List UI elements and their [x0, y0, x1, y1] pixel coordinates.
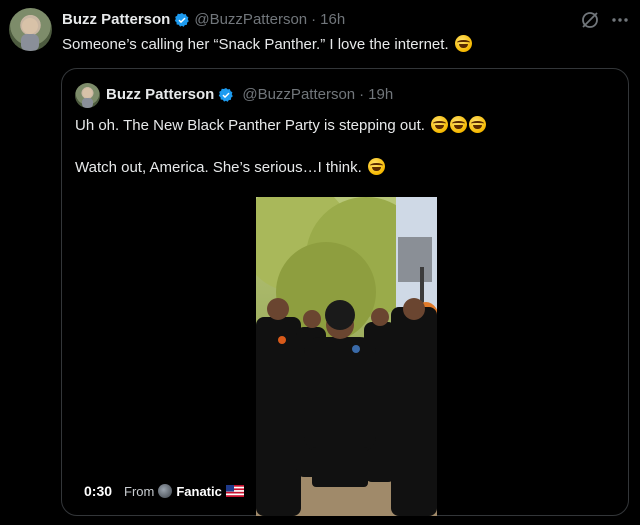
quoted-tweet-time[interactable]: 19h — [368, 86, 393, 103]
quoted-text-line1: Uh oh. The New Black Panther Party is st… — [75, 116, 487, 136]
tweet-text-body: Someone’s calling her “Snack Panther.” I… — [62, 36, 449, 53]
video-player[interactable] — [256, 197, 437, 516]
author-handle[interactable]: @BuzzPatterson — [194, 11, 307, 28]
separator-dot: · — [359, 86, 365, 103]
from-label: From — [124, 483, 155, 499]
verified-badge-icon — [219, 87, 234, 102]
rolling-laughing-emoji-icon — [367, 158, 385, 175]
video-thumbnail — [256, 197, 437, 516]
video-source-name[interactable]: Fanatic — [176, 484, 222, 499]
video-duration-badge: 0:30 — [78, 480, 119, 502]
quoted-author-handle[interactable]: @BuzzPatterson — [242, 86, 355, 103]
video-duration: 0:30 — [84, 483, 113, 499]
tweet-time[interactable]: 16h — [320, 11, 345, 28]
video-source-badge[interactable]: From Fanatic — [118, 480, 250, 502]
quoted-line1-body: Uh oh. The New Black Panther Party is st… — [75, 117, 425, 134]
source-avatar-icon — [158, 484, 173, 498]
verified-badge-icon — [175, 12, 190, 27]
rolling-laughing-emoji-icon — [431, 116, 449, 133]
avatar-photo-icon — [82, 88, 93, 108]
tweet-header: Buzz Patterson @BuzzPatterson · 16h — [62, 11, 345, 28]
quoted-text-line2: Watch out, America. She’s serious…I thin… — [75, 158, 385, 178]
quoted-author-avatar[interactable] — [75, 83, 100, 108]
more-options-icon[interactable] — [610, 10, 630, 30]
grok-icon[interactable] — [580, 10, 600, 30]
rolling-laughing-emoji-icon — [450, 116, 468, 133]
avatar-photo-icon — [21, 18, 39, 51]
rolling-laughing-emoji-icon — [454, 35, 472, 52]
quoted-header: Buzz Patterson @BuzzPatterson · 19h — [106, 86, 393, 103]
tweet-text: Someone’s calling her “Snack Panther.” I… — [62, 35, 472, 55]
us-flag-icon — [225, 485, 244, 497]
quoted-author-name[interactable]: Buzz Patterson — [106, 86, 214, 103]
quoted-line2-body: Watch out, America. She’s serious…I thin… — [75, 159, 362, 176]
author-name[interactable]: Buzz Patterson — [62, 11, 170, 28]
author-avatar[interactable] — [9, 8, 52, 51]
separator-dot: · — [311, 11, 317, 28]
rolling-laughing-emoji-icon — [469, 116, 487, 133]
